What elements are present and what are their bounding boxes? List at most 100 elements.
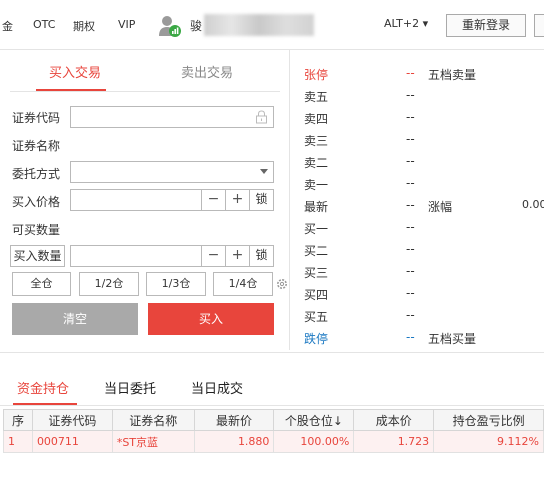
cell-code: 000711 [31, 430, 113, 453]
bottom-tab-divider [0, 405, 544, 406]
qty-lock-button[interactable]: 锁 [249, 246, 273, 266]
change-value: 0.00 [522, 198, 544, 211]
col-header-latest-price[interactable]: 最新价 [193, 409, 275, 431]
user-avatar-icon[interactable] [158, 15, 182, 37]
orderbook-row-bid5[interactable]: 买五 -- [300, 308, 544, 326]
tab-buy[interactable]: 买入交易 [49, 62, 101, 81]
section-divider [0, 352, 544, 353]
bid-volume-label: 五档买量 [428, 332, 477, 346]
bid4-value: -- [406, 286, 415, 300]
shortcut-select[interactable]: ALT+2 ▾ [384, 17, 428, 30]
col-header-pnl-ratio[interactable]: 持仓盈亏比例 [433, 409, 544, 431]
clear-button[interactable]: 清空 [12, 303, 138, 335]
lock-icon [256, 110, 267, 124]
tab-today-trades[interactable]: 当日成交 [191, 378, 243, 397]
cell-name: *ST京蓝 [111, 430, 195, 453]
price-increment-button[interactable]: + [225, 190, 249, 210]
price-label: 买入价格 [12, 195, 61, 209]
cell-position-ratio: 100.00% [273, 430, 355, 453]
qty-input[interactable]: − + 锁 [70, 245, 274, 267]
cell-pnl-ratio: 9.112% [433, 430, 544, 453]
nav-item-vip[interactable]: VIP [118, 18, 135, 31]
cell-latest-price: 1.880 [193, 430, 275, 453]
bid3-label: 买三 [304, 266, 329, 280]
top-bar: 金 OTC 期权 VIP 骏 ALT+2 ▾ 重新登录 [0, 0, 544, 50]
price-input[interactable]: − + 锁 [70, 189, 274, 211]
qty-decrement-button[interactable]: − [201, 246, 225, 266]
holdings-table: 序 证券代码 证券名称 最新价 个股仓位↓ 成本价 持仓盈亏比例 1 00071… [3, 409, 544, 453]
half-position-button[interactable]: 1/2仓 [79, 272, 139, 296]
gear-icon[interactable] [276, 278, 288, 290]
orderbook-row-bid2[interactable]: 买二 -- [300, 242, 544, 260]
orderbook-row-bid4[interactable]: 买四 -- [300, 286, 544, 304]
buy-button[interactable]: 买入 [148, 303, 274, 335]
orderbook-row-ask2[interactable]: 卖二 -- [300, 154, 544, 172]
col-header-code[interactable]: 证券代码 [31, 409, 113, 431]
nav-item-options[interactable]: 期权 [73, 18, 95, 34]
available-qty-label: 可买数量 [12, 223, 61, 237]
ask2-value: -- [406, 154, 415, 168]
bid5-label: 买五 [304, 310, 329, 324]
ask5-value: -- [406, 88, 415, 102]
ask4-value: -- [406, 110, 415, 124]
qty-label-button[interactable]: 买入数量 [10, 245, 65, 267]
order-type-select[interactable] [70, 161, 274, 183]
ask-volume-label: 五档卖量 [428, 68, 477, 82]
bid3-value: -- [406, 264, 415, 278]
code-label: 证券代码 [12, 111, 61, 125]
orderbook-row-latest[interactable]: 最新 -- 涨幅 0.00 [300, 198, 544, 216]
user-name: 骏 [190, 19, 203, 33]
ask3-value: -- [406, 132, 415, 146]
orderbook-row-bid1[interactable]: 买一 -- [300, 220, 544, 238]
order-type-label: 委托方式 [12, 167, 61, 181]
third-position-button[interactable]: 1/3仓 [146, 272, 206, 296]
limit-up-value: -- [406, 66, 415, 80]
latest-label: 最新 [304, 200, 329, 214]
bid4-label: 买四 [304, 288, 329, 302]
chevron-down-icon [260, 169, 268, 174]
orderbook-row-ask1[interactable]: 卖一 -- [300, 176, 544, 194]
tab-today-orders[interactable]: 当日委托 [104, 378, 156, 397]
ask1-label: 卖一 [304, 178, 329, 192]
quarter-position-button[interactable]: 1/4仓 [213, 272, 273, 296]
price-decrement-button[interactable]: − [201, 190, 225, 210]
orderbook-row-bid3[interactable]: 买三 -- [300, 264, 544, 282]
latest-value: -- [406, 198, 415, 212]
col-header-position-ratio[interactable]: 个股仓位↓ [273, 409, 355, 431]
col-header-cost-price[interactable]: 成本价 [353, 409, 435, 431]
tab-holdings[interactable]: 资金持仓 [17, 378, 69, 397]
orderbook-row-ask5[interactable]: 卖五 -- [300, 88, 544, 106]
limit-down-value: -- [406, 330, 415, 344]
bid1-label: 买一 [304, 222, 329, 236]
change-label: 涨幅 [428, 200, 453, 214]
nav-item-otc[interactable]: OTC [33, 18, 55, 31]
price-lock-button[interactable]: 锁 [249, 190, 273, 210]
code-input[interactable] [70, 106, 274, 128]
bid2-value: -- [406, 242, 415, 256]
table-row[interactable]: 1 000711 *ST京蓝 1.880 100.00% 1.723 9.112… [3, 430, 544, 453]
tab-divider [10, 91, 280, 92]
relogin-button[interactable]: 重新登录 [446, 14, 526, 37]
bid2-label: 买二 [304, 244, 329, 258]
ask5-label: 卖五 [304, 90, 329, 104]
trade-panel: 买入交易 卖出交易 证券代码 证券名称 委托方式 买入价格 − + 锁 可买数量… [0, 50, 290, 350]
bid1-value: -- [406, 220, 415, 234]
orderbook-row-limit-up: 张停 -- 五档卖量 [300, 66, 544, 84]
full-position-button[interactable]: 全仓 [12, 272, 71, 296]
col-header-name[interactable]: 证券名称 [111, 409, 195, 431]
limit-down-label: 跌停 [304, 332, 329, 346]
tab-sell[interactable]: 卖出交易 [181, 62, 233, 81]
user-name-redacted [204, 14, 314, 36]
table-header-row: 序 证券代码 证券名称 最新价 个股仓位↓ 成本价 持仓盈亏比例 [3, 409, 544, 431]
qty-increment-button[interactable]: + [225, 246, 249, 266]
toolbar-extra-button[interactable] [534, 14, 544, 37]
orderbook-row-ask4[interactable]: 卖四 -- [300, 110, 544, 128]
orderbook-row-limit-down: 跌停 -- 五档买量 [300, 330, 544, 348]
name-label: 证券名称 [12, 139, 61, 153]
nav-item-gold[interactable]: 金 [2, 18, 13, 34]
ask1-value: -- [406, 176, 415, 190]
limit-up-label: 张停 [304, 68, 329, 82]
col-header-index[interactable]: 序 [3, 409, 33, 431]
orderbook-row-ask3[interactable]: 卖三 -- [300, 132, 544, 150]
bid5-value: -- [406, 308, 415, 322]
